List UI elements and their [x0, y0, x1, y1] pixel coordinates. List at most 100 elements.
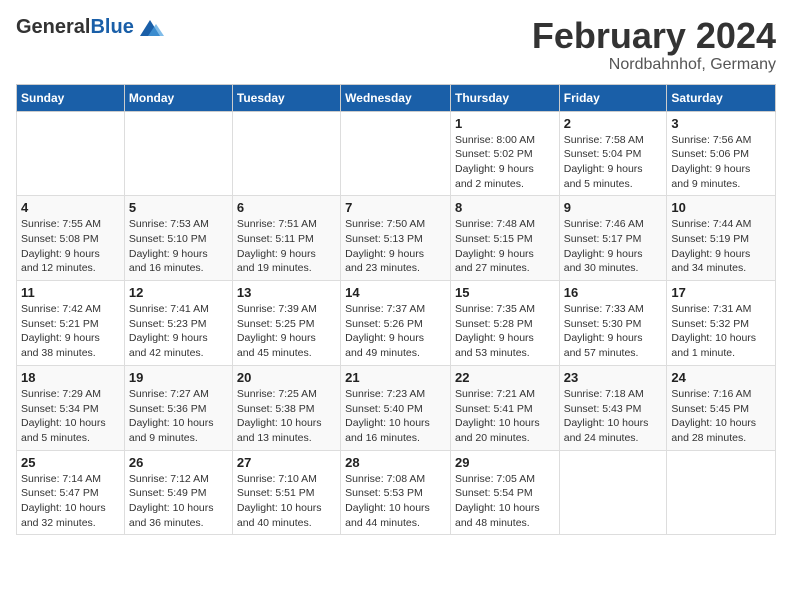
day-number: 27 [237, 455, 336, 470]
day-info: Sunrise: 7:29 AM Sunset: 5:34 PM Dayligh… [21, 387, 120, 446]
column-header-wednesday: Wednesday [341, 84, 451, 111]
day-number: 9 [564, 200, 663, 215]
calendar-cell [341, 111, 451, 196]
day-number: 18 [21, 370, 120, 385]
calendar-cell: 15 Sunrise: 7:35 AM Sunset: 5:28 PM Dayli… [450, 281, 559, 366]
calendar-cell: 2 Sunrise: 7:58 AM Sunset: 5:04 PM Daylig… [559, 111, 667, 196]
day-number: 7 [345, 200, 446, 215]
day-number: 29 [455, 455, 555, 470]
day-number: 21 [345, 370, 446, 385]
day-number: 17 [671, 285, 771, 300]
calendar-cell: 24Sunrise: 7:16 AM Sunset: 5:45 PM Dayli… [667, 365, 776, 450]
calendar-cell: 22 Sunrise: 7:21 AM Sunset: 5:41 PM Dayli… [450, 365, 559, 450]
calendar-cell [232, 111, 340, 196]
day-info: Sunrise: 7:37 AM Sunset: 5:26 PM Dayligh… [345, 302, 446, 361]
day-info: Sunrise: 7:50 AM Sunset: 5:13 PM Dayligh… [345, 217, 446, 276]
day-info: Sunrise: 7:55 AM Sunset: 5:08 PM Dayligh… [21, 217, 120, 276]
day-info: Sunrise: 8:00 AM Sunset: 5:02 PM Dayligh… [455, 133, 555, 192]
day-info: Sunrise: 7:10 AM Sunset: 5:51 PM Dayligh… [237, 472, 336, 531]
calendar-cell: 3Sunrise: 7:56 AM Sunset: 5:06 PM Daylig… [667, 111, 776, 196]
day-number: 5 [129, 200, 228, 215]
day-info: Sunrise: 7:16 AM Sunset: 5:45 PM Dayligh… [671, 387, 771, 446]
day-number: 1 [455, 116, 555, 131]
logo-blue: Blue [90, 16, 133, 39]
day-number: 12 [129, 285, 228, 300]
day-info: Sunrise: 7:23 AM Sunset: 5:40 PM Dayligh… [345, 387, 446, 446]
title-block: February 2024 Nordbahnhof, Germany [532, 16, 776, 74]
calendar-cell: 21 Sunrise: 7:23 AM Sunset: 5:40 PM Dayli… [341, 365, 451, 450]
day-number: 4 [21, 200, 120, 215]
calendar-cell [124, 111, 232, 196]
day-info: Sunrise: 7:53 AM Sunset: 5:10 PM Dayligh… [129, 217, 228, 276]
day-info: Sunrise: 7:58 AM Sunset: 5:04 PM Dayligh… [564, 133, 663, 192]
day-info: Sunrise: 7:31 AM Sunset: 5:32 PM Dayligh… [671, 302, 771, 361]
calendar-cell: 5 Sunrise: 7:53 AM Sunset: 5:10 PM Daylig… [124, 196, 232, 281]
calendar-cell: 18 Sunrise: 7:29 AM Sunset: 5:34 PM Dayli… [17, 365, 125, 450]
calendar-week-1: 1 Sunrise: 8:00 AM Sunset: 5:02 PM Daylig… [17, 111, 776, 196]
day-info: Sunrise: 7:39 AM Sunset: 5:25 PM Dayligh… [237, 302, 336, 361]
calendar-cell: 4 Sunrise: 7:55 AM Sunset: 5:08 PM Daylig… [17, 196, 125, 281]
column-header-saturday: Saturday [667, 84, 776, 111]
column-header-friday: Friday [559, 84, 667, 111]
calendar-cell: 20 Sunrise: 7:25 AM Sunset: 5:38 PM Dayli… [232, 365, 340, 450]
day-number: 15 [455, 285, 555, 300]
calendar-cell: 28Sunrise: 7:08 AM Sunset: 5:53 PM Dayli… [341, 450, 451, 535]
day-info: Sunrise: 7:33 AM Sunset: 5:30 PM Dayligh… [564, 302, 663, 361]
day-info: Sunrise: 7:42 AM Sunset: 5:21 PM Dayligh… [21, 302, 120, 361]
calendar-week-2: 4 Sunrise: 7:55 AM Sunset: 5:08 PM Daylig… [17, 196, 776, 281]
calendar-cell [17, 111, 125, 196]
day-number: 6 [237, 200, 336, 215]
logo-icon [136, 18, 164, 38]
day-number: 19 [129, 370, 228, 385]
day-number: 8 [455, 200, 555, 215]
calendar-cell: 7 Sunrise: 7:50 AM Sunset: 5:13 PM Daylig… [341, 196, 451, 281]
calendar-cell: 23 Sunrise: 7:18 AM Sunset: 5:43 PM Dayli… [559, 365, 667, 450]
day-number: 23 [564, 370, 663, 385]
day-info: Sunrise: 7:41 AM Sunset: 5:23 PM Dayligh… [129, 302, 228, 361]
day-info: Sunrise: 7:35 AM Sunset: 5:28 PM Dayligh… [455, 302, 555, 361]
calendar-cell: 11 Sunrise: 7:42 AM Sunset: 5:21 PM Dayli… [17, 281, 125, 366]
calendar-cell: 19 Sunrise: 7:27 AM Sunset: 5:36 PM Dayli… [124, 365, 232, 450]
calendar-cell: 10 Sunrise: 7:44 AM Sunset: 5:19 PM Dayli… [667, 196, 776, 281]
location-subtitle: Nordbahnhof, Germany [532, 56, 776, 74]
day-number: 28 [345, 455, 446, 470]
day-number: 26 [129, 455, 228, 470]
calendar-week-5: 25 Sunrise: 7:14 AM Sunset: 5:47 PM Dayli… [17, 450, 776, 535]
calendar-week-3: 11 Sunrise: 7:42 AM Sunset: 5:21 PM Dayli… [17, 281, 776, 366]
page-header: General Blue February 2024 Nordbahnhof, … [16, 16, 776, 74]
column-header-monday: Monday [124, 84, 232, 111]
day-number: 22 [455, 370, 555, 385]
day-info: Sunrise: 7:46 AM Sunset: 5:17 PM Dayligh… [564, 217, 663, 276]
calendar-cell [559, 450, 667, 535]
calendar-cell: 6 Sunrise: 7:51 AM Sunset: 5:11 PM Daylig… [232, 196, 340, 281]
day-info: Sunrise: 7:21 AM Sunset: 5:41 PM Dayligh… [455, 387, 555, 446]
calendar-cell: 13Sunrise: 7:39 AM Sunset: 5:25 PM Dayli… [232, 281, 340, 366]
calendar-cell [667, 450, 776, 535]
day-number: 10 [671, 200, 771, 215]
day-info: Sunrise: 7:25 AM Sunset: 5:38 PM Dayligh… [237, 387, 336, 446]
calendar-cell: 17 Sunrise: 7:31 AM Sunset: 5:32 PM Dayli… [667, 281, 776, 366]
calendar-cell: 29Sunrise: 7:05 AM Sunset: 5:54 PM Dayli… [450, 450, 559, 535]
calendar-cell: 25 Sunrise: 7:14 AM Sunset: 5:47 PM Dayli… [17, 450, 125, 535]
calendar-cell: 8 Sunrise: 7:48 AM Sunset: 5:15 PM Daylig… [450, 196, 559, 281]
day-info: Sunrise: 7:56 AM Sunset: 5:06 PM Dayligh… [671, 133, 771, 192]
column-header-sunday: Sunday [17, 84, 125, 111]
day-number: 2 [564, 116, 663, 131]
calendar-cell: 26 Sunrise: 7:12 AM Sunset: 5:49 PM Dayli… [124, 450, 232, 535]
day-number: 25 [21, 455, 120, 470]
calendar-cell: 27 Sunrise: 7:10 AM Sunset: 5:51 PM Dayli… [232, 450, 340, 535]
day-info: Sunrise: 7:18 AM Sunset: 5:43 PM Dayligh… [564, 387, 663, 446]
day-info: Sunrise: 7:51 AM Sunset: 5:11 PM Dayligh… [237, 217, 336, 276]
month-title: February 2024 [532, 16, 776, 56]
day-info: Sunrise: 7:44 AM Sunset: 5:19 PM Dayligh… [671, 217, 771, 276]
day-info: Sunrise: 7:27 AM Sunset: 5:36 PM Dayligh… [129, 387, 228, 446]
day-info: Sunrise: 7:12 AM Sunset: 5:49 PM Dayligh… [129, 472, 228, 531]
day-number: 11 [21, 285, 120, 300]
day-info: Sunrise: 7:48 AM Sunset: 5:15 PM Dayligh… [455, 217, 555, 276]
day-info: Sunrise: 7:14 AM Sunset: 5:47 PM Dayligh… [21, 472, 120, 531]
calendar-header-row: SundayMondayTuesdayWednesdayThursdayFrid… [17, 84, 776, 111]
day-number: 20 [237, 370, 336, 385]
calendar-week-4: 18 Sunrise: 7:29 AM Sunset: 5:34 PM Dayli… [17, 365, 776, 450]
column-header-tuesday: Tuesday [232, 84, 340, 111]
calendar-cell: 9 Sunrise: 7:46 AM Sunset: 5:17 PM Daylig… [559, 196, 667, 281]
